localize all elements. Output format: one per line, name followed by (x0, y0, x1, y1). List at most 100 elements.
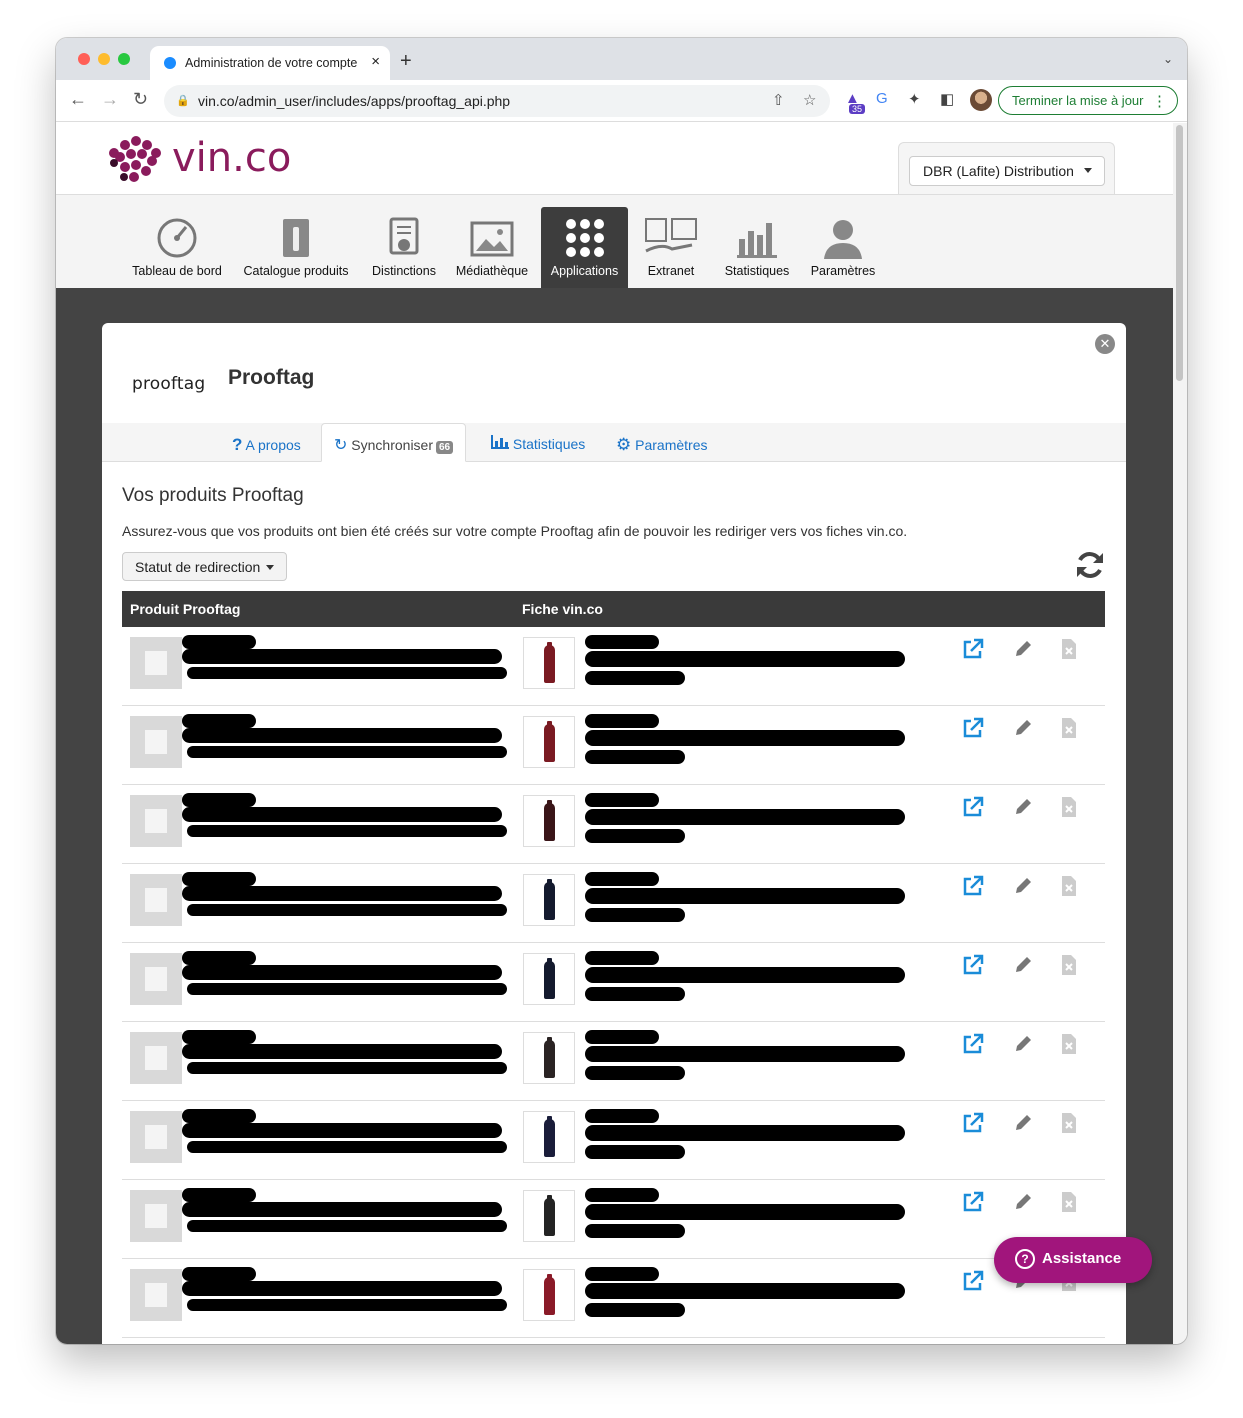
external-link-icon[interactable] (962, 954, 984, 976)
delete-file-icon[interactable] (1060, 1033, 1078, 1055)
scrollbar-thumb[interactable] (1176, 125, 1183, 381)
menu-item-extranet[interactable]: Extranet (638, 207, 704, 288)
certificate-icon (389, 217, 419, 255)
pencil-icon[interactable] (1012, 1191, 1034, 1213)
placeholder-image-icon (145, 730, 167, 754)
reload-button[interactable]: ↻ (133, 89, 148, 110)
menu-item-statistiques[interactable]: Statistiques (718, 207, 796, 288)
redacted-text (182, 635, 256, 649)
delete-file-icon[interactable] (1060, 954, 1078, 976)
update-browser-button[interactable]: Terminer la mise à jour ⋮ (998, 86, 1178, 115)
pencil-icon[interactable] (1012, 1112, 1034, 1134)
external-link-icon[interactable] (962, 1033, 984, 1055)
external-link-icon[interactable] (962, 638, 984, 660)
redacted-text (182, 649, 502, 664)
gear-icon: ⚙ (616, 435, 632, 454)
redacted-text (182, 951, 256, 965)
address-bar[interactable]: 🔒 vin.co/admin_user/includes/apps/prooft… (164, 85, 830, 117)
favicon-icon (164, 57, 176, 69)
column-header: Produit Prooftag (130, 601, 241, 617)
tab-search-icon[interactable]: ⌄ (1163, 52, 1173, 66)
external-link-icon[interactable] (962, 717, 984, 739)
refresh-icon[interactable] (1074, 549, 1106, 581)
wine-bottle-icon (544, 721, 555, 762)
tab-label: Synchroniser (351, 437, 433, 453)
vinco-logo[interactable]: vin.co (106, 131, 291, 185)
question-icon: ? (232, 435, 243, 454)
side-panel-icon[interactable]: ◧ (940, 90, 954, 108)
forward-button[interactable]: → (101, 89, 119, 110)
tab-statistics[interactable]: Statistiques (491, 435, 585, 452)
wine-bottle-icon (544, 1274, 555, 1315)
caret-down-icon (1084, 168, 1092, 173)
menu-item-parametres[interactable]: Paramètres (806, 207, 880, 288)
menu-label: Catalogue produits (243, 264, 349, 278)
menu-label: Extranet (647, 264, 695, 278)
delete-file-icon[interactable] (1060, 1191, 1078, 1213)
delete-file-icon[interactable] (1060, 638, 1078, 660)
tab-sync[interactable]: ↻ Synchroniser 66 (321, 423, 467, 462)
pencil-icon[interactable] (1012, 796, 1034, 818)
tab-about[interactable]: ? A propos (232, 435, 301, 455)
lock-icon[interactable]: 🔒 (176, 94, 190, 107)
profile-avatar[interactable] (970, 89, 992, 111)
pencil-icon[interactable] (1012, 875, 1034, 897)
wine-product-image (523, 1269, 575, 1321)
tab-settings[interactable]: ⚙ Paramètres (616, 435, 708, 455)
pencil-icon[interactable] (1012, 1033, 1034, 1055)
placeholder-image-icon (145, 1125, 167, 1149)
extension-badge: 35 (849, 104, 866, 114)
menu-item-distinctions[interactable]: Distinctions (364, 207, 444, 288)
redirect-status-dropdown[interactable]: Statut de redirection (122, 552, 287, 581)
minimize-window-button[interactable] (98, 53, 110, 65)
external-link-icon[interactable] (962, 1191, 984, 1213)
external-link-icon[interactable] (962, 875, 984, 897)
menu-item-mediatheque[interactable]: Médiathèque (452, 207, 532, 288)
delete-file-icon[interactable] (1060, 717, 1078, 739)
translate-extension-icon[interactable]: G (876, 90, 888, 107)
browser-tab[interactable]: Administration de votre compte × (150, 46, 390, 80)
wine-product-image (523, 1032, 575, 1084)
menu-item-dashboard[interactable]: Tableau de bord (128, 207, 226, 288)
external-link-icon[interactable] (962, 1270, 984, 1292)
delete-file-icon[interactable] (1060, 796, 1078, 818)
delete-file-icon[interactable] (1060, 875, 1078, 897)
back-button[interactable]: ← (69, 89, 87, 110)
assistance-label: Assistance (1042, 1250, 1122, 1267)
prooftag-product-image (130, 953, 182, 1005)
redacted-text (585, 967, 905, 983)
redacted-text (182, 965, 502, 980)
update-button-label: Terminer la mise à jour (1012, 93, 1144, 108)
bookmark-star-icon[interactable]: ☆ (803, 91, 816, 109)
tab-label: A propos (245, 437, 301, 453)
close-icon[interactable]: ✕ (1095, 334, 1115, 354)
redacted-text (585, 793, 659, 807)
extensions-puzzle-icon[interactable]: ✦ (908, 90, 921, 108)
prooftag-product-image (130, 716, 182, 768)
more-menu-icon[interactable]: ⋮ (1152, 92, 1167, 110)
redacted-text (182, 872, 256, 886)
external-link-icon[interactable] (962, 1112, 984, 1134)
pencil-icon[interactable] (1012, 638, 1034, 660)
zoom-window-button[interactable] (118, 53, 130, 65)
menu-item-applications[interactable]: Applications (541, 207, 628, 288)
assistance-button[interactable]: ? Assistance (994, 1237, 1152, 1283)
close-tab-icon[interactable]: × (371, 53, 380, 70)
share-icon[interactable]: ⇧ (772, 91, 785, 109)
tab-label: Statistiques (512, 436, 586, 452)
new-tab-button[interactable]: + (400, 50, 412, 73)
redacted-text (187, 983, 507, 995)
external-link-icon[interactable] (962, 796, 984, 818)
redacted-text (585, 1267, 659, 1281)
pencil-icon[interactable] (1012, 717, 1034, 739)
page-content: vin.co DBR (Lafite) Distribution Tableau… (56, 123, 1173, 1344)
caret-down-icon (266, 565, 274, 570)
delete-file-icon[interactable] (1060, 1112, 1078, 1134)
account-selector[interactable]: DBR (Lafite) Distribution (909, 156, 1105, 186)
pencil-icon[interactable] (1012, 954, 1034, 976)
close-window-button[interactable] (78, 53, 90, 65)
wine-product-image (523, 953, 575, 1005)
page-scrollbar[interactable] (1173, 123, 1187, 1344)
table-row (122, 864, 1105, 943)
menu-item-catalog[interactable]: Catalogue produits (236, 207, 356, 288)
